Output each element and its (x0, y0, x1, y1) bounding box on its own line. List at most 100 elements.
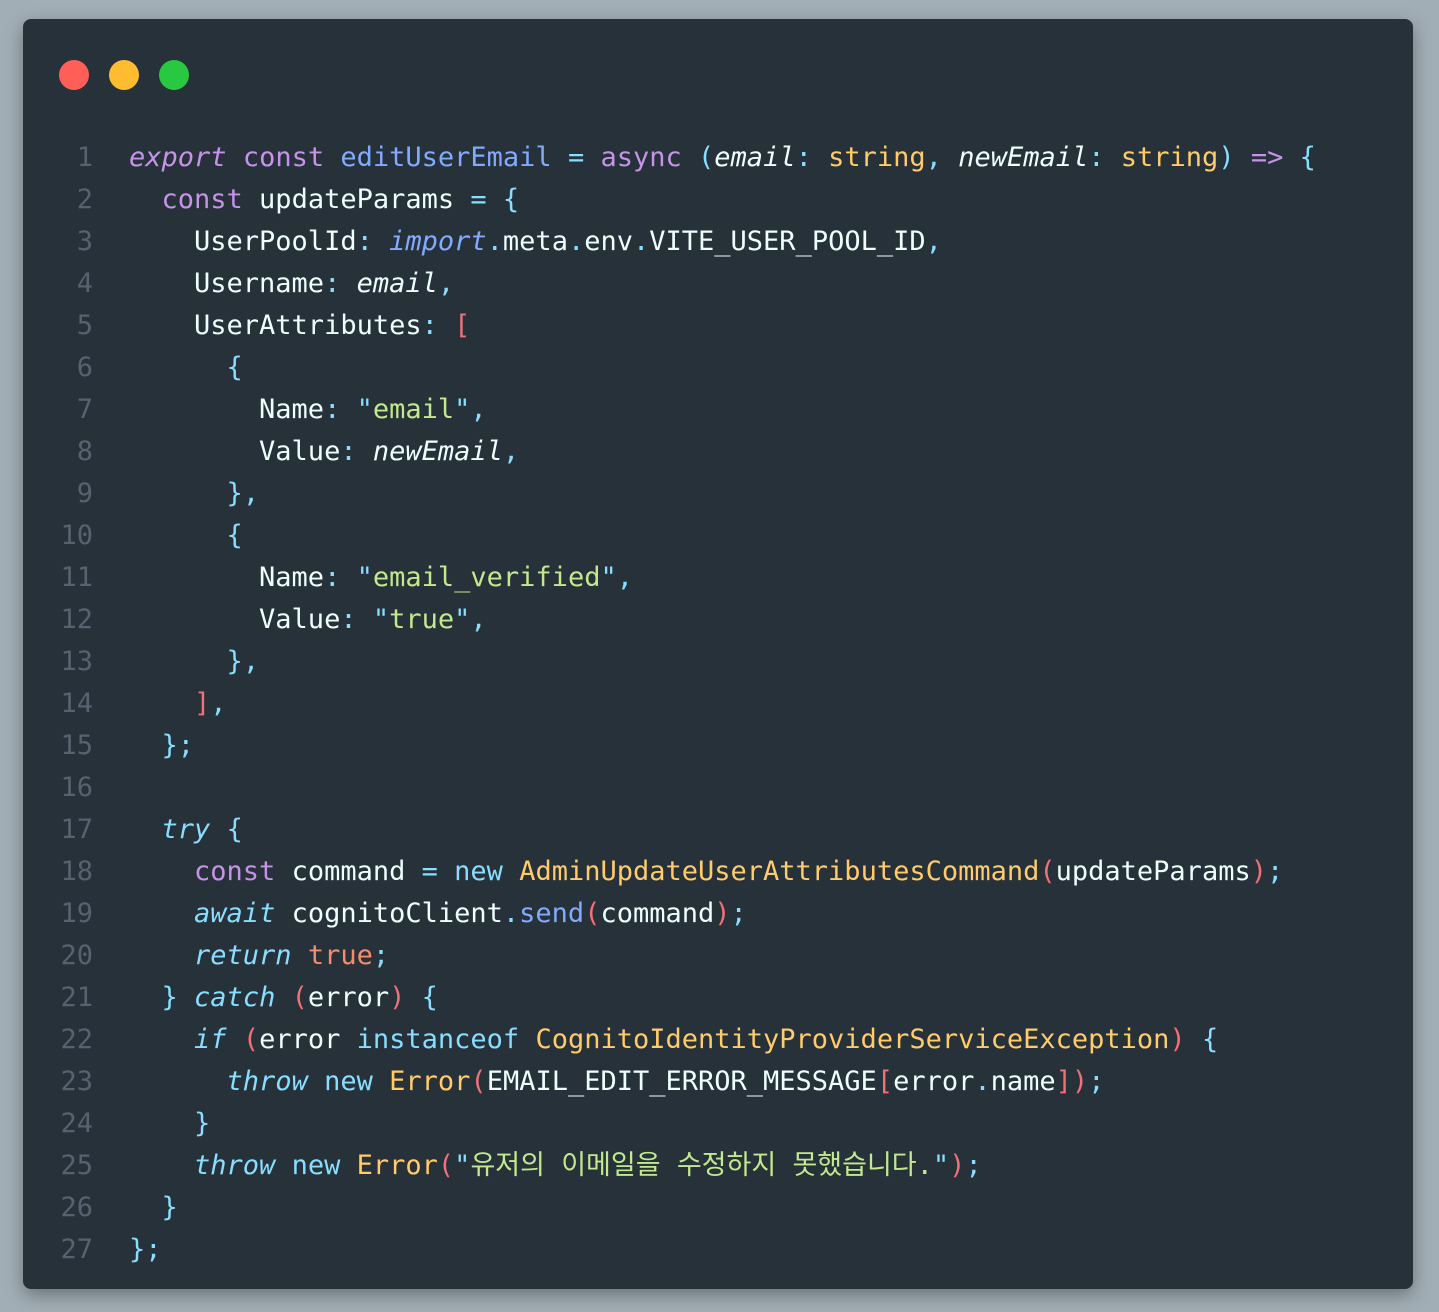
line-number: 6 (76, 352, 93, 383)
line-number: 21 (60, 982, 93, 1013)
code-token: email (714, 142, 796, 173)
code-token: , (616, 562, 633, 593)
code-token: ; (1088, 1066, 1105, 1097)
code-token: VITE_USER_POOL_ID (649, 226, 926, 257)
code-token: command (275, 856, 422, 887)
line-number: 15 (60, 730, 93, 761)
code-token: string (1120, 142, 1219, 173)
code-token: = (567, 142, 585, 173)
close-dot-icon[interactable] (59, 60, 89, 90)
code-token: editUserEmail (340, 142, 552, 173)
line-number: 16 (60, 772, 93, 803)
code-token: error (259, 1024, 357, 1055)
code-token: meta (502, 226, 568, 257)
code-text: throw new Error(EMAIL_EDIT_ERROR_MESSAGE… (129, 1061, 1105, 1103)
code-token: } (161, 982, 178, 1013)
line-number: 19 (60, 898, 93, 929)
code-token: { (502, 184, 520, 215)
code-token: : (324, 268, 341, 299)
maximize-dot-icon[interactable] (159, 60, 189, 90)
code-token: ; (730, 898, 747, 929)
code-token: " (454, 394, 471, 425)
code-token: . (486, 226, 503, 257)
code-token: . (633, 226, 650, 257)
code-token: { (421, 982, 438, 1013)
code-token: " (356, 394, 373, 425)
line-number: 25 (60, 1150, 93, 1181)
line-number: 17 (60, 814, 93, 845)
code-token: newEmail (372, 436, 503, 467)
code-token: { (1299, 142, 1316, 173)
code-token: ; (372, 940, 390, 971)
code-token: ( (470, 1066, 487, 1097)
code-token: }; (129, 1234, 162, 1265)
code-token: ( (291, 982, 308, 1013)
code-token: updateParams (1055, 856, 1251, 887)
code-token: : (1088, 142, 1105, 173)
line-number: 12 (60, 604, 93, 635)
line-number: 27 (60, 1234, 93, 1265)
code-token: ( (437, 1150, 455, 1181)
code-token: new (454, 856, 503, 887)
code-token: : (795, 142, 812, 173)
line-number: 8 (76, 436, 93, 467)
code-token: ( (584, 898, 601, 929)
code-token: email (372, 394, 455, 425)
code-text: Name: "email", (129, 389, 487, 431)
code-token: . (502, 898, 520, 929)
code-token: ) (389, 982, 406, 1013)
code-token: EMAIL_EDIT_ERROR_MESSAGE (486, 1066, 877, 1097)
code-token: command (600, 898, 715, 929)
code-token: 유저의 이메일을 수정하지 못했습니다. (470, 1150, 933, 1181)
code-token: Error (389, 1066, 471, 1097)
code-token: ] (194, 688, 211, 719)
code-token: new (291, 1150, 341, 1181)
code-token: async (600, 142, 682, 173)
code-token: [ (876, 1066, 894, 1097)
code-token: = (470, 184, 487, 215)
code-token: { (226, 352, 243, 383)
code-text: const command = new AdminUpdateUserAttri… (129, 851, 1283, 893)
code-token: : (324, 394, 341, 425)
code-token: , (470, 604, 487, 635)
code-token: ) (714, 898, 731, 929)
code-text: { (129, 515, 243, 557)
code-token: ) (1218, 142, 1235, 173)
minimize-dot-icon[interactable] (109, 60, 139, 90)
line-number: 10 (60, 520, 93, 551)
code-token: export (129, 142, 227, 173)
code-token: ( (242, 1024, 260, 1055)
line-number: 18 (60, 856, 93, 887)
code-token: const (161, 184, 243, 215)
code-text: Value: "true", (129, 599, 487, 641)
code-token: const (194, 856, 276, 887)
code-token: instanceof (356, 1024, 520, 1055)
line-number: 7 (76, 394, 93, 425)
code-token: { (1201, 1024, 1219, 1055)
code-token: ( (1039, 856, 1056, 887)
code-token: try (161, 814, 211, 845)
